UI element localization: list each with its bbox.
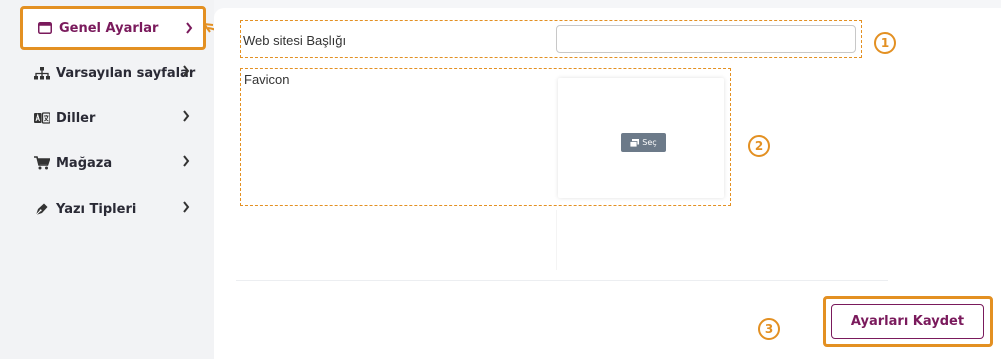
sidebar-item-label: Diller [56,110,96,126]
sidebar-item-label: Mağaza [56,155,113,171]
chevron-right-icon [182,201,190,213]
images-icon [630,138,640,147]
sidebar-item-fonts[interactable]: Yazı Tipleri [20,190,200,228]
language-icon [34,110,50,126]
site-title-input[interactable] [556,25,856,53]
callout-badge-1: 1 [874,32,896,54]
settings-sidebar: Genel Ayarlar Varsayılan sayfalar Diller… [0,0,214,359]
chevron-right-icon [182,155,190,167]
save-button-highlight: Ayarları Kaydet [823,296,993,347]
sidebar-item-label: Yazı Tipleri [56,201,137,217]
sidebar-item-languages[interactable]: Diller [20,99,200,137]
cart-icon [34,155,50,171]
window-icon [37,20,53,36]
chevron-right-icon [185,22,193,34]
pen-icon [34,201,50,217]
callout-badge-2: 2 [748,135,770,157]
sidebar-item-label: Varsayılan sayfalar [56,65,196,81]
sidebar-item-label: Genel Ayarlar [59,20,159,36]
choose-favicon-button[interactable]: Seç [621,133,666,152]
divider [556,210,557,270]
chevron-right-icon [182,110,190,122]
callout-badge-3: 3 [758,318,780,340]
favicon-label: Favicon [244,72,290,87]
form-footer-divider [236,280,888,281]
sidebar-item-default-pages[interactable]: Varsayılan sayfalar [20,54,200,92]
sidebar-item-general-settings[interactable]: Genel Ayarlar [20,6,206,50]
sitemap-icon [34,65,50,81]
site-title-label: Web sitesi Başlığı [243,33,347,48]
sidebar-item-store[interactable]: Mağaza [20,144,200,182]
choose-button-label: Seç [642,138,657,147]
save-settings-button[interactable]: Ayarları Kaydet [831,304,984,339]
chevron-right-icon [182,65,190,77]
